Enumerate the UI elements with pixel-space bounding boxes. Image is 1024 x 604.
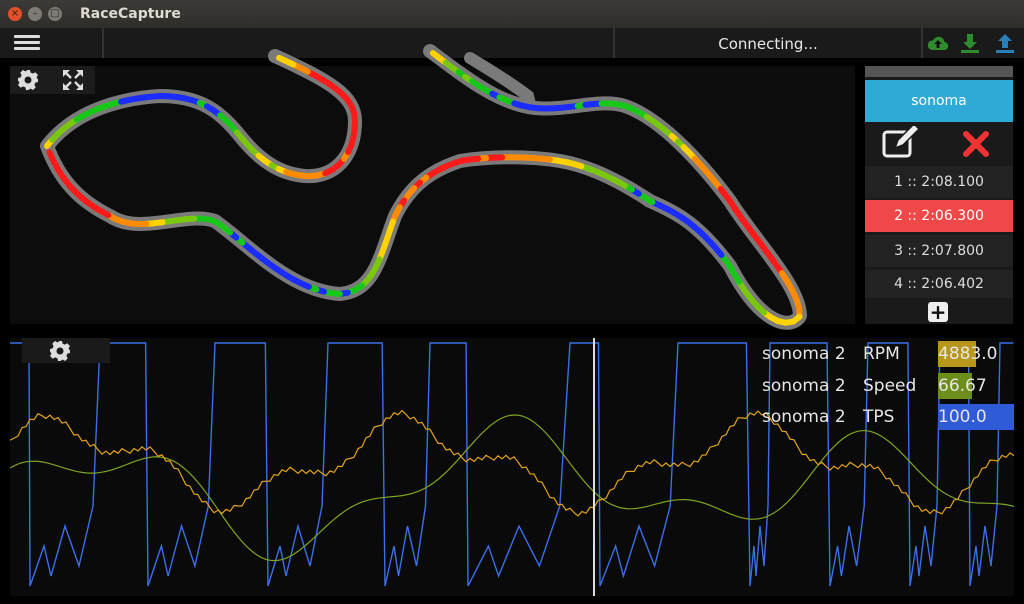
track-trace-segment xyxy=(276,54,290,65)
map-toolbar xyxy=(10,66,95,94)
upload-icon[interactable] xyxy=(993,31,1017,55)
lap-item[interactable]: 4 :: 2:06.402 xyxy=(865,270,1013,298)
track-outline xyxy=(40,44,807,330)
window-maximize-button[interactable]: □ xyxy=(48,7,62,21)
hamburger-menu-icon[interactable] xyxy=(14,32,40,54)
connection-status: Connecting... xyxy=(718,35,818,53)
legend-value-box: 66.67 xyxy=(938,373,1014,399)
speed-series-line xyxy=(10,414,1014,562)
track-map[interactable] xyxy=(10,44,855,330)
sidebar-header-bar xyxy=(865,66,1013,77)
lap-item[interactable]: 1 :: 2:08.100 xyxy=(865,166,1013,198)
legend-value-box: 4883.0 xyxy=(938,341,1014,367)
legend-session: sonoma 2 xyxy=(762,407,846,427)
title-bar: × – □ RaceCapture xyxy=(0,0,1024,28)
legend-value: 100.0 xyxy=(938,407,987,427)
legend-value: 66.67 xyxy=(938,376,987,396)
track-name-button[interactable]: sonoma xyxy=(865,80,1013,122)
lap-sidebar: sonoma 1 :: 2:08.100 2 :: 2:06.300 3 :: … xyxy=(865,66,1013,324)
legend-value: 4883.0 xyxy=(938,344,998,364)
cloud-upload-icon[interactable] xyxy=(926,31,950,55)
toolbar-divider xyxy=(102,28,104,58)
gear-icon[interactable] xyxy=(16,68,40,92)
legend-channel: TPS xyxy=(863,407,895,427)
legend-row-rpm: sonoma 2 RPM 4883.0 xyxy=(762,341,1014,367)
close-icon[interactable] xyxy=(962,130,990,158)
gear-icon[interactable] xyxy=(48,339,72,363)
toolbar-divider xyxy=(921,28,923,58)
legend-channel: RPM xyxy=(863,344,900,364)
expand-icon[interactable] xyxy=(61,68,85,92)
legend-channel: Speed xyxy=(863,376,917,396)
legend-session: sonoma 2 xyxy=(762,376,846,396)
track-trace-segment xyxy=(46,149,56,163)
lap-item[interactable]: 3 :: 2:07.800 xyxy=(865,235,1013,267)
legend-row-tps: sonoma 2 TPS 100.0 xyxy=(762,404,1014,430)
window-title: RaceCapture xyxy=(80,6,181,22)
window-minimize-button[interactable]: – xyxy=(28,7,42,21)
top-toolbar: Connecting... xyxy=(0,28,1024,58)
window-close-button[interactable]: × xyxy=(8,7,22,21)
download-icon[interactable] xyxy=(958,31,982,55)
add-lap-button[interactable]: + xyxy=(928,302,948,322)
chart-toolbar xyxy=(22,338,110,363)
legend-value-box: 100.0 xyxy=(938,404,1014,430)
edit-icon[interactable] xyxy=(881,126,923,160)
legend-row-speed: sonoma 2 Speed 66.67 xyxy=(762,373,1014,399)
legend-session: sonoma 2 xyxy=(762,344,846,364)
lap-item-selected[interactable]: 2 :: 2:06.300 xyxy=(865,200,1013,232)
